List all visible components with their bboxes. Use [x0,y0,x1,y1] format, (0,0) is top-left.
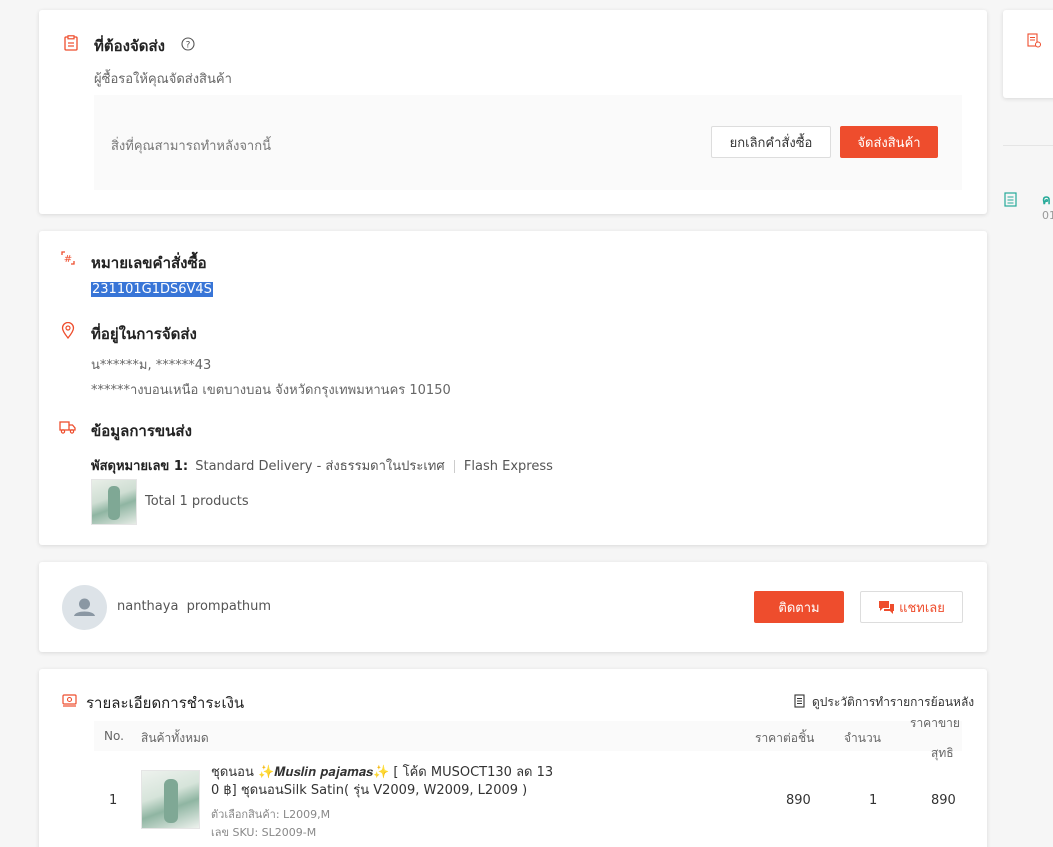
follow-button[interactable]: ติดตาม [754,591,844,623]
payment-title: รายละเอียดการชำระเงิน [86,694,245,712]
divider [453,460,455,473]
history-link[interactable]: ดูประวัติการทำรายการย้อนหลัง [812,693,974,712]
to-ship-card: ที่ต้องจัดส่ง ? ผู้ซื้อรอให้คุณจัดส่งสิน… [39,10,987,214]
shipping-title: ข้อมูลการขนส่ง [91,422,192,440]
location-pin-icon [61,322,75,339]
col-qty: จำนวน [844,731,881,745]
document-icon [1027,33,1041,48]
col-net-price-1: ราคาขาย [910,716,960,730]
order-info-card: # หมายเลขคำสั่งซื้อ 231101G1DS6V4S ที่อย… [39,231,987,545]
row-qty: 1 [869,793,878,808]
row-no: 1 [109,793,118,808]
actions-panel: สิ่งที่คุณสามารถทำหลังจากนี้ ยกเลิกคำสั่… [94,95,962,190]
svg-text:?: ? [186,41,191,51]
avatar[interactable] [62,585,107,630]
clipboard-icon [64,35,78,51]
order-number[interactable]: 231101G1DS6V4S [91,282,213,297]
chat-icon [879,600,895,614]
row-product-image[interactable] [141,770,200,829]
buyer-card: nanthaya prompathum ติดตาม แชทเลย [39,562,987,652]
payment-card: รายละเอียดการชำระเงิน ดูประวัติการทำรายก… [39,669,987,847]
note-icon [1004,192,1017,207]
col-unit-price: ราคาต่อชิ้น [755,731,815,745]
to-ship-subtitle: ผู้ซื้อรอให้คุณจัดส่งสินค้า [94,72,232,87]
actions-hint: สิ่งที่คุณสามารถทำหลังจากนี้ [111,139,271,154]
total-products: Total 1 products [145,494,249,509]
row-sku: เลข SKU: SL2009-M [211,826,317,839]
ship-button[interactable]: จัดส่งสินค้า [840,126,938,158]
help-icon[interactable]: ? [181,37,195,51]
product-thumbnail[interactable] [91,479,137,525]
side-item-label[interactable]: ค [1042,189,1051,210]
address-line-2: ******างบอนเหนือ เขตบางบอน จังหวัดกรุงเท… [91,383,451,398]
row-product-name-2[interactable]: 0 ฿] ชุดนอนSilk Satin( รุ่น V2009, W2009… [211,779,527,800]
row-net-price: 890 [931,793,956,808]
history-icon [794,694,805,708]
address-line-1: น******ม, ******43 [91,358,212,373]
parcel-label: พัสดุหมายเลข 1: [91,459,189,474]
side-card [1003,10,1053,98]
col-net-price-2: สุทธิ [931,746,954,760]
row-unit-price: 890 [786,793,811,808]
side-item-sub: 01 [1042,209,1053,222]
order-number-title: หมายเลขคำสั่งซื้อ [91,254,207,272]
parcel-info: พัสดุหมายเลข 1: Standard Delivery - ส่งธ… [91,455,553,476]
parcel-service: Standard Delivery - ส่งธรรมดาในประเทศ [195,459,445,474]
chat-label: แชทเลย [899,600,945,616]
order-number-icon: # [61,251,75,265]
col-product: สินค้าทั้งหมด [141,731,209,745]
address-title: ที่อยู่ในการจัดส่ง [91,325,197,343]
side-divider [1003,145,1053,146]
svg-text:#: # [64,254,72,265]
truck-icon [59,421,76,434]
row-variation: ตัวเลือกสินค้า: L2009,M [211,808,331,821]
cancel-order-button[interactable]: ยกเลิกคำสั่งซื้อ [711,126,831,158]
chat-button[interactable]: แชทเลย [860,591,963,623]
col-no: No. [104,729,124,743]
user-icon [74,598,95,616]
table-header [94,721,962,751]
parcel-carrier: Flash Express [463,459,553,474]
buyer-name[interactable]: nanthaya prompathum [117,599,271,614]
payment-icon [62,694,77,707]
to-ship-title: ที่ต้องจัดส่ง [94,37,165,55]
